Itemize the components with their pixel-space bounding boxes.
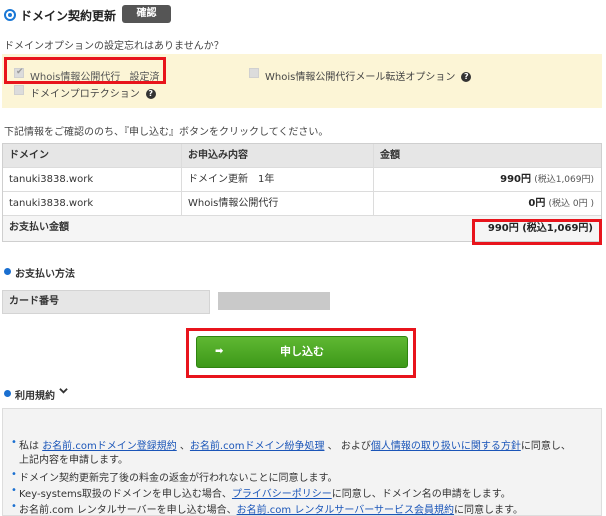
dispute-policy-link[interactable]: お名前.comドメイン紛争処理 [190,441,325,452]
terms-line: • Key-systems取扱のドメインを申し込む場合、プライバシーポリシーに同意… [11,485,511,500]
table-row: tanuki3838.work Whois情報公開代行 0円 (税込 0円 ) [3,192,601,216]
help-icon[interactable]: ? [145,89,156,99]
column-header-content: お申込み内容 [181,144,373,167]
domain-cell: tanuki3838.work [9,198,94,209]
privacy-policy-link[interactable]: 個人情報の取り扱いに関する方針 [371,441,521,452]
amount-cell: 0円 (税込 0円 ) [373,192,602,215]
total-label: お支払い金額 [9,222,69,233]
section-bullet-icon [4,268,11,275]
options-question: ドメインオプションの設定忘れはありませんか？ [4,41,224,52]
terms-line: • 私は お名前.comドメイン登録規約 、お名前.comドメイン紛争処理 、 … [11,437,571,452]
amount-value: 0円 [528,198,546,209]
arrow-right-icon: ➡ [215,346,224,357]
chevron-down-icon[interactable] [59,386,68,395]
column-header-domain: ドメイン [9,150,49,161]
terms-line: • ドメイン契約更新完了後の料金の返金が行われないことに同意します。 [11,469,338,484]
protection-option: ドメインプロテクション? [30,85,156,100]
page-header: ドメイン契約更新 確認 [0,0,606,32]
key-systems-privacy-link[interactable]: プライバシーポリシー [232,489,332,500]
highlight-box [4,57,166,84]
section-bullet-icon [4,390,11,397]
terms-section-title: 利用規約 [15,391,55,402]
content-cell: ドメイン更新 1年 [181,168,373,191]
apply-button-label: 申し込む [280,345,324,358]
terms-box: • 私は お名前.comドメイン登録規約 、お名前.comドメイン紛争処理 、 … [2,408,602,516]
tax-value: (税込 0円 ) [548,199,594,209]
confirm-badge: 確認 [122,5,171,23]
apply-button[interactable]: ➡ 申し込む [196,336,408,368]
table-header-row: ドメイン お申込み内容 金額 [3,144,601,168]
card-number-label: カード番号 [2,290,210,314]
table-row: tanuki3838.work ドメイン更新 1年 990円 (税込1,069円… [3,168,601,192]
page-title: ドメイン契約更新 [20,9,117,23]
rental-server-terms-link[interactable]: お名前.com レンタルサーバーサービス会員規約 [237,505,454,516]
terms-line: • お名前.com レンタルサーバーを申し込む場合、お名前.com レンタルサーバ… [11,501,524,516]
content-cell: Whois情報公開代行 [181,192,373,215]
terms-line-continuation: 上記内容を申請します。 [19,455,128,466]
help-icon[interactable]: ? [461,72,472,82]
whois-mail-checkbox[interactable] [249,68,259,78]
protection-checkbox[interactable] [14,85,24,95]
instruction-text: 下記情報をご確認ののち、『申し込む』ボタンをクリックしてください。 [4,127,329,138]
domain-cell: tanuki3838.work [9,174,94,185]
whois-mail-option: Whois情報公開代行メール転送オプション? [265,68,472,83]
payment-section-title: お支払い方法 [15,269,75,280]
tax-value: (税込1,069円) [534,175,594,185]
whois-mail-label: Whois情報公開代行メール転送オプション [265,72,456,83]
highlight-box [472,219,602,245]
card-number-row: カード番号 [2,290,602,314]
amount-cell: 990円 (税込1,069円) [373,168,602,191]
radio-icon [4,9,16,21]
protection-label: ドメインプロテクション [30,89,140,100]
card-number-masked [218,292,330,310]
amount-value: 990円 [500,174,532,185]
column-header-amount: 金額 [373,144,602,167]
